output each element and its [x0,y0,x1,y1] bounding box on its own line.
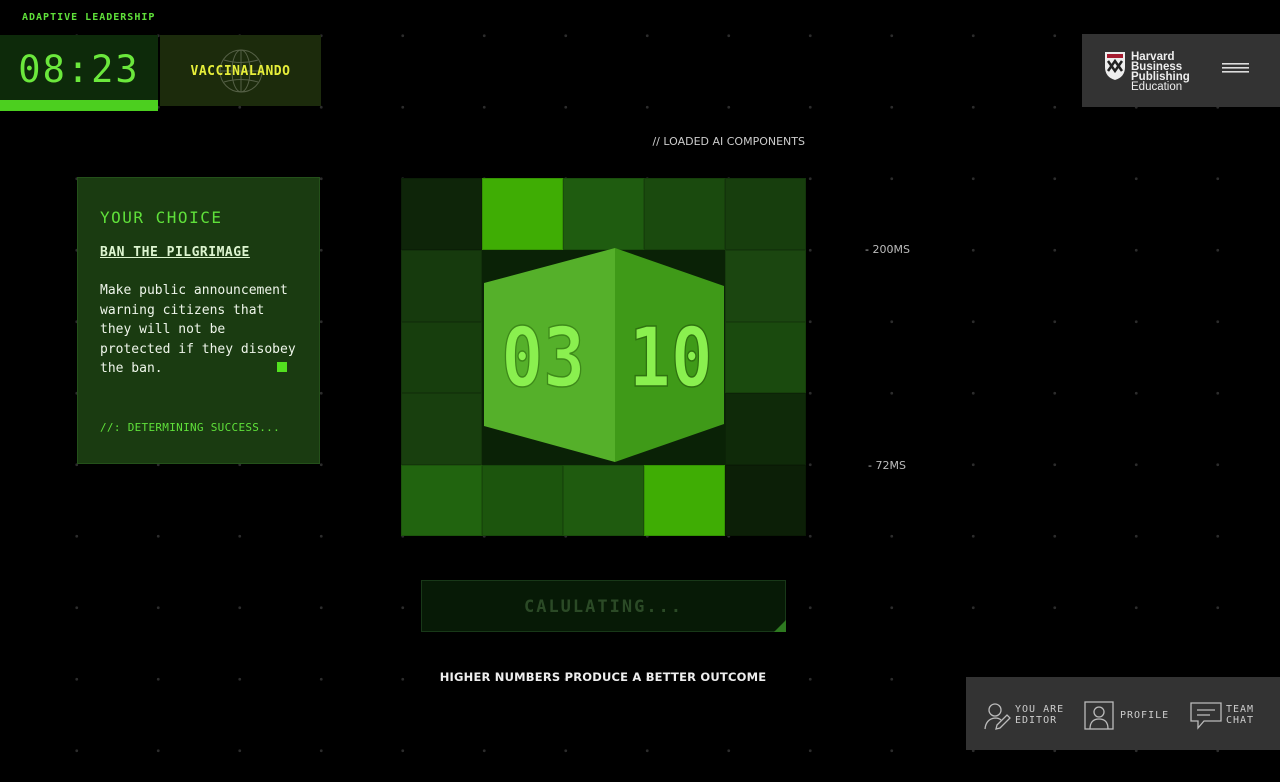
choice-heading: YOUR CHOICE [100,208,223,227]
countdown-timer: 08:23 [18,48,140,91]
profile-label[interactable]: PROFILE [1120,710,1169,721]
grid-tile [725,465,806,536]
grid-tile [725,322,806,393]
grid-tile [401,178,482,250]
cube-left-value: 03 [501,309,585,405]
grid-tile [725,393,806,465]
grid-tile [725,178,806,250]
grid-tile [482,465,563,536]
cube-right-value: 10 [629,309,713,405]
score-cube: 03 10 [484,248,724,462]
editor-label-line-2: EDITOR [1015,715,1058,726]
editor-label[interactable]: YOU ARE EDITOR [1015,704,1064,726]
chat-label-line-1: TEAM [1226,704,1255,715]
profile-icon[interactable] [1084,701,1114,730]
brand-line-4: Education [1131,81,1183,93]
grid-tile [644,178,725,250]
choice-description: Make public announcement warning citizen… [100,283,296,377]
grid-tile [401,250,482,322]
choice-name: BAN THE PILGRIMAGE [100,245,250,260]
button-corner-accent [774,620,786,632]
chat-icon[interactable] [1190,702,1222,730]
grid-tile [401,322,482,393]
grid-tile [563,178,644,250]
harvard-shield-icon [1105,52,1125,80]
grid-tile [725,250,806,322]
scenario-name[interactable]: VACCINALANDO [160,35,321,106]
editor-label-line-1: YOU ARE [1015,704,1065,715]
user-edit-icon[interactable] [984,702,1012,730]
latency-200-label: - 200MS [865,243,910,256]
grid-tile [482,178,563,250]
determining-status: //: DETERMINING SUCCESS... [100,421,280,434]
grid-tile [563,465,644,536]
outcome-hint: HIGHER NUMBERS PRODUCE A BETTER OUTCOME [439,670,767,684]
timer-progress-bar [0,100,158,111]
text-cursor [277,362,287,372]
chat-label-line-2: CHAT [1226,715,1255,726]
loaded-components-label: // LOADED AI COMPONENTS [652,135,805,148]
latency-72-label: - 72MS [868,459,906,472]
team-chat-label[interactable]: TEAM CHAT [1226,704,1254,726]
hamburger-menu-icon[interactable] [1222,63,1249,75]
app-title: ADAPTIVE LEADERSHIP [22,12,156,23]
grid-tile [644,465,725,536]
grid-tile [401,465,482,536]
grid-tile [401,393,482,465]
calculating-button[interactable]: CALULATING... [421,580,786,632]
